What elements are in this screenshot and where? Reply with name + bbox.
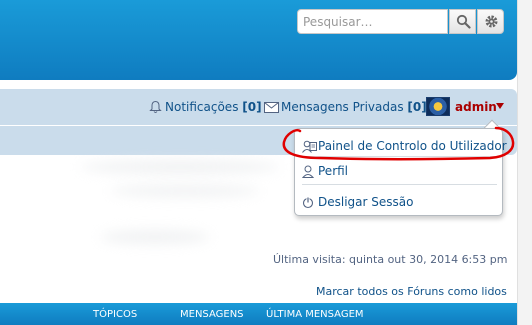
user-icon: [302, 165, 314, 178]
caret-down-icon[interactable]: [496, 103, 504, 109]
messages-count: [0]: [407, 100, 427, 114]
posts-column-header: MENSAGENS: [180, 309, 244, 320]
mail-icon: [264, 102, 279, 113]
advanced-search-button[interactable]: [477, 9, 504, 34]
blurred-content: [110, 185, 260, 197]
messages-label: Mensagens Privadas: [281, 100, 404, 114]
notifications-link[interactable]: Notificações [0]: [165, 100, 262, 114]
power-icon: [302, 197, 314, 209]
logout-label: Desligar Sessão: [318, 195, 414, 209]
gear-icon: [485, 15, 498, 28]
menu-divider: [302, 184, 497, 185]
last-post-column-header: ÚLTIMA MENSAGEM: [266, 309, 364, 320]
scrollbar[interactable]: [517, 0, 532, 325]
avatar[interactable]: [426, 97, 450, 116]
notifications-label: Notificações: [165, 100, 239, 114]
user-dropdown-menu: Painel de Controlo do Utilizador Perfil …: [294, 128, 507, 216]
topics-column-header: TÓPICOS: [93, 309, 138, 320]
bell-icon: [149, 100, 162, 113]
blurred-content: [80, 160, 280, 174]
search-button[interactable]: [449, 9, 476, 34]
user-panel-icon: [302, 140, 317, 153]
notifications-count: [0]: [242, 100, 262, 114]
profile-label: Perfil: [318, 164, 349, 178]
menu-divider: [302, 156, 497, 157]
last-visit-text: Última visita: quinta out 30, 2014 6:53 …: [273, 253, 508, 266]
search-icon: [456, 14, 471, 29]
forum-table-header: [0, 303, 517, 325]
username-link[interactable]: admin: [455, 100, 497, 114]
private-messages-link[interactable]: Mensagens Privadas [0]: [281, 100, 427, 114]
blurred-content: [100, 230, 210, 244]
ucp-label: Painel de Controlo do Utilizador: [318, 139, 507, 153]
mark-forums-read-link[interactable]: Marcar todos os Fóruns como lidos: [316, 285, 507, 298]
search-input[interactable]: [297, 9, 448, 34]
